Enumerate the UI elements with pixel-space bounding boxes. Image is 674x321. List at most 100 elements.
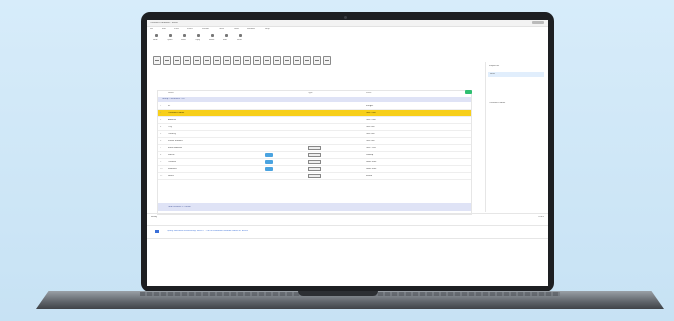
- group-header[interactable]: Group: Customers (11): [158, 97, 471, 102]
- table-row[interactable]: 5 Country Text (80): [158, 131, 471, 138]
- value-box[interactable]: [308, 146, 321, 150]
- menu-help[interactable]: Help: [265, 28, 270, 30]
- new-button[interactable]: New: [153, 34, 160, 43]
- query-icon[interactable]: [183, 56, 191, 65]
- field-type: Text (255): [366, 112, 377, 114]
- property-selected-label: Field: [490, 73, 495, 75]
- value-box[interactable]: [308, 153, 321, 157]
- ribbon-icon-row: [153, 56, 333, 66]
- table-row[interactable]: 9 Created Date/Time: [158, 159, 471, 166]
- table-row[interactable]: 4 City Text (80): [158, 124, 471, 131]
- laptop-hinge-notch: [298, 291, 378, 296]
- summary-row: Total records: 11 fields: [158, 203, 471, 211]
- data-grid: Name Type Value Group: Customers (11) 1 …: [157, 90, 472, 215]
- field-type: Text (40): [366, 140, 375, 142]
- filter-icon[interactable]: [253, 56, 261, 65]
- table-row[interactable]: 10 Modified Date/Time: [158, 166, 471, 173]
- filter-button[interactable]: Filter: [237, 34, 244, 43]
- field-name: Address: [168, 119, 176, 121]
- laptop-screen: Customer Database - Editor File Edit Vie…: [147, 20, 548, 286]
- settings-icon[interactable]: [303, 56, 311, 65]
- field-name: Modified: [168, 168, 177, 170]
- table-row[interactable]: 11 Notes Memo: [158, 173, 471, 180]
- menu-file[interactable]: File: [150, 28, 153, 30]
- column-header-name[interactable]: Name: [168, 92, 174, 94]
- chart-icon[interactable]: [293, 56, 301, 65]
- help-icon[interactable]: [313, 56, 321, 65]
- apply-button[interactable]: [465, 90, 472, 94]
- column-header-type[interactable]: Type: [308, 92, 313, 94]
- property-selected[interactable]: Field: [488, 72, 544, 77]
- field-type: Text (120): [366, 147, 377, 149]
- menu-tools[interactable]: Tools: [219, 28, 224, 30]
- more-icon[interactable]: [323, 56, 331, 65]
- field-name: Notes: [168, 175, 174, 177]
- field-name: Email address: [168, 147, 183, 149]
- paste-button[interactable]: Paste: [209, 34, 216, 43]
- table-row[interactable]: 7 Email address Text (120): [158, 145, 471, 152]
- table-row-selected[interactable]: 2 Customer Name Text (255): [158, 110, 471, 117]
- save-icon: [183, 34, 186, 37]
- refresh-icon[interactable]: [273, 56, 281, 65]
- console-message[interactable]: Query executed successfully: SELECT * FR…: [167, 230, 248, 232]
- new-icon: [155, 34, 158, 37]
- properties-panel: Properties Field Customer Name: [485, 62, 548, 212]
- summary-text: Total records: 11 fields: [168, 206, 191, 208]
- menu-insert[interactable]: Insert: [187, 28, 193, 30]
- field-name: City: [168, 126, 172, 128]
- group-header-label: Group: Customers (11): [162, 98, 185, 100]
- row-number: 7: [160, 147, 162, 149]
- open-icon: [169, 34, 172, 37]
- status-bar: Ready 100%: [147, 213, 548, 219]
- status-badge: [265, 160, 273, 164]
- output-console: Query executed successfully: SELECT * FR…: [147, 225, 548, 239]
- export-icon[interactable]: [233, 56, 241, 65]
- menu-view[interactable]: View: [174, 28, 179, 30]
- print-icon[interactable]: [283, 56, 291, 65]
- value-box[interactable]: [308, 174, 321, 178]
- window-title: Customer Database - Editor: [150, 22, 178, 24]
- form-icon[interactable]: [163, 56, 171, 65]
- table-row[interactable]: 6 Phone number Text (40): [158, 138, 471, 145]
- run-button[interactable]: Run: [223, 34, 230, 43]
- status-left: Ready: [151, 216, 158, 218]
- field-name: Created: [168, 161, 176, 163]
- window-controls[interactable]: [532, 21, 544, 24]
- filter-icon: [239, 34, 242, 37]
- row-number: 10: [160, 168, 163, 170]
- copy-button[interactable]: Copy: [195, 34, 202, 43]
- open-label: Open: [167, 39, 173, 41]
- table-row[interactable]: 8 Status Lookup: [158, 152, 471, 159]
- find-icon[interactable]: [263, 56, 271, 65]
- new-label: New: [153, 39, 158, 41]
- open-button[interactable]: Open: [167, 34, 174, 43]
- copy-label: Copy: [195, 39, 201, 41]
- table-row[interactable]: 1 ID Integer: [158, 103, 471, 110]
- table-row[interactable]: 3 Address Text (255): [158, 117, 471, 124]
- property-value: Customer Name: [489, 102, 506, 104]
- sort-icon[interactable]: [243, 56, 251, 65]
- macro-icon[interactable]: [193, 56, 201, 65]
- field-type: Lookup: [366, 154, 374, 156]
- menu-window[interactable]: Window: [247, 28, 255, 30]
- report-icon[interactable]: [173, 56, 181, 65]
- info-icon: [155, 230, 159, 233]
- value-box[interactable]: [308, 160, 321, 164]
- import-icon[interactable]: [223, 56, 231, 65]
- save-button[interactable]: Save: [181, 34, 188, 43]
- run-label: Run: [223, 39, 227, 41]
- menu-edit[interactable]: Edit: [162, 28, 166, 30]
- table-icon[interactable]: [153, 56, 161, 65]
- menu-data[interactable]: Data: [234, 28, 239, 30]
- relations-icon[interactable]: [213, 56, 221, 65]
- field-name: Status: [168, 154, 175, 156]
- column-header-value[interactable]: Value: [366, 92, 372, 94]
- camera-icon: [344, 16, 347, 19]
- module-icon[interactable]: [203, 56, 211, 65]
- menu-format[interactable]: Format: [202, 28, 209, 30]
- value-box[interactable]: [308, 167, 321, 171]
- field-name: ID: [168, 105, 171, 107]
- paste-icon: [211, 34, 214, 37]
- row-number: 6: [160, 140, 162, 142]
- toolbar: New Open Save Copy Paste Run Filter: [153, 34, 353, 44]
